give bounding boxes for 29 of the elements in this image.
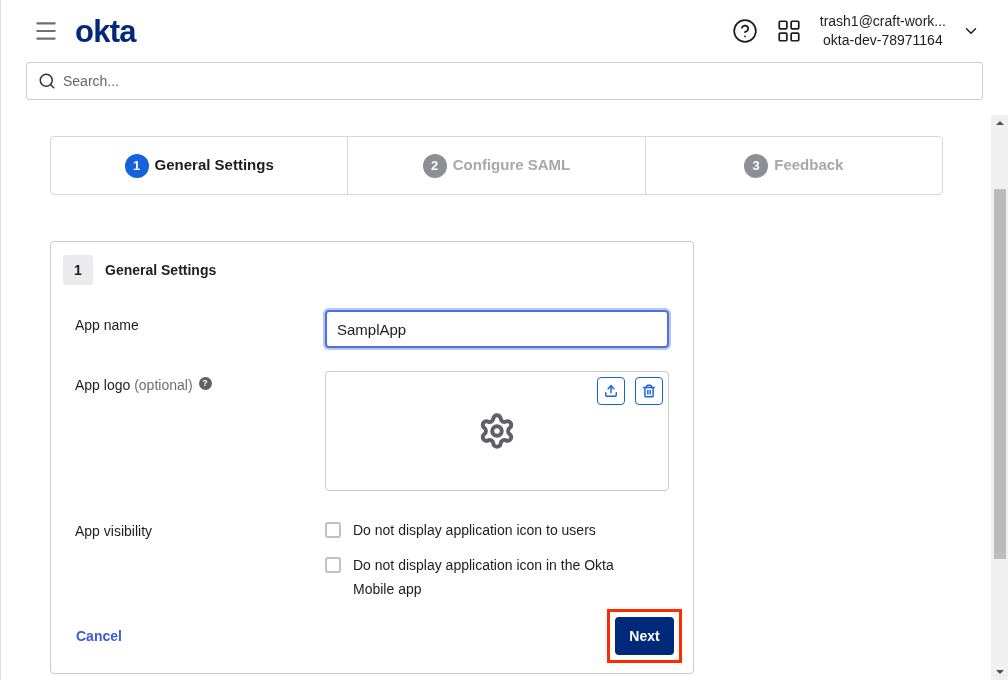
checkbox[interactable] bbox=[325, 557, 341, 573]
app-name-input[interactable]: SamplApp bbox=[325, 310, 669, 348]
field-label: App visibility bbox=[75, 522, 154, 541]
upload-button[interactable] bbox=[597, 377, 625, 405]
checkbox[interactable] bbox=[325, 522, 341, 538]
next-button[interactable]: Next bbox=[615, 617, 674, 655]
checkbox-label: Do not display application icon in the Okta Mobile app bbox=[353, 556, 615, 599]
cancel-link[interactable]: Cancel bbox=[76, 625, 122, 647]
user-email: trash1@craft-work... bbox=[819, 12, 946, 31]
help-icon[interactable] bbox=[731, 18, 758, 44]
step-tab[interactable]: 3 Feedback bbox=[644, 137, 942, 194]
delete-button[interactable] bbox=[635, 377, 663, 405]
step-tab[interactable]: 1 General Settings bbox=[51, 137, 348, 194]
field-label: App name bbox=[75, 316, 140, 335]
step-tab[interactable]: 2 Configure SAML bbox=[347, 137, 645, 194]
help-badge[interactable]: ? bbox=[198, 377, 212, 390]
apps-grid-icon[interactable] bbox=[775, 18, 802, 44]
search-icon bbox=[38, 72, 56, 90]
checkbox-label: Do not display application icon to users bbox=[353, 521, 596, 540]
okta-logo: okta bbox=[75, 15, 136, 47]
search-field[interactable]: Search... bbox=[26, 62, 983, 100]
org-name: okta-dev-78971164 bbox=[823, 31, 943, 50]
gear-icon bbox=[478, 412, 516, 450]
upload-icon bbox=[604, 384, 618, 398]
section-number: 1 bbox=[63, 255, 93, 285]
scrollbar[interactable] bbox=[991, 115, 1008, 680]
section-title: General Settings bbox=[105, 260, 217, 280]
trash-icon bbox=[642, 384, 656, 398]
field-label: App logo (optional) bbox=[75, 376, 193, 395]
